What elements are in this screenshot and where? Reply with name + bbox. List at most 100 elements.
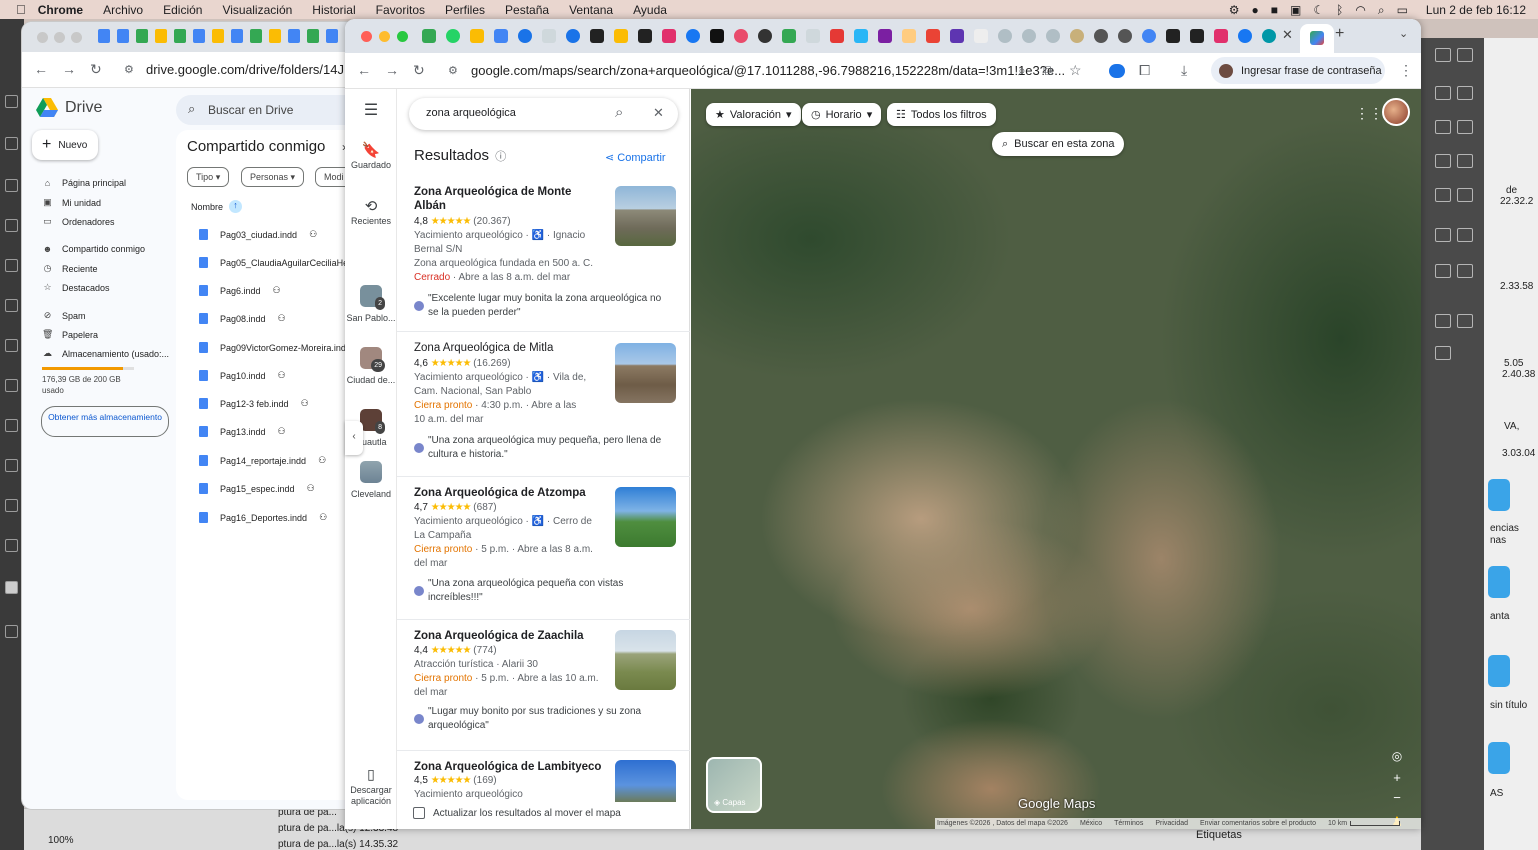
file-row[interactable]: Pag15_espec.indd ⚇: [199, 483, 315, 494]
tool-icon[interactable]: [5, 299, 18, 312]
docs-tab-icon[interactable]: [494, 29, 508, 43]
window-minimize-button[interactable]: [379, 31, 390, 42]
reload-icon[interactable]: ↻: [413, 62, 425, 79]
tab-favicon-icon[interactable]: [806, 29, 820, 43]
file-row[interactable]: Pag05_ClaudiaAguilarCeciliaHe: [199, 257, 348, 268]
hamburger-menu-icon[interactable]: ☰: [345, 103, 397, 119]
result-title[interactable]: Zona Arqueológica de Zaachila: [414, 629, 614, 643]
menu-datetime[interactable]: Lun 2 de feb 16:12: [1426, 3, 1526, 17]
bg-zoom-level[interactable]: 100%: [48, 835, 74, 846]
window-minimize-button[interactable]: [54, 32, 65, 43]
file-row[interactable]: Pag12-3 feb.indd ⚇: [199, 398, 309, 409]
file-row[interactable]: Pag14_reportaje.indd ⚇: [199, 455, 326, 466]
app-icon[interactable]: ▣: [1290, 4, 1301, 16]
filter-chip-type[interactable]: Tipo ▾: [187, 167, 230, 187]
nav-computers[interactable]: ▭ Ordenadores: [42, 216, 114, 227]
wikipedia-tab-icon[interactable]: [974, 29, 988, 43]
url-field[interactable]: google.com/maps/search/zona+arqueológica…: [471, 63, 1065, 78]
rail-recent-place[interactable]: 2 San Pablo...: [345, 285, 397, 324]
drive-tab-icon[interactable]: [212, 29, 224, 43]
docs-tab-icon[interactable]: [326, 29, 338, 43]
panel-icon[interactable]: [1457, 48, 1473, 62]
nav-starred[interactable]: ☆ Destacados: [42, 282, 109, 293]
instagram-tab-icon[interactable]: [662, 29, 676, 43]
new-button[interactable]: + Nuevo: [32, 130, 98, 160]
text-icon[interactable]: [1435, 264, 1451, 278]
tool-icon[interactable]: [5, 179, 18, 192]
menu-edicion[interactable]: Edición: [163, 3, 202, 17]
result-photo[interactable]: [615, 760, 676, 802]
docs-tab-icon[interactable]: [288, 29, 300, 43]
panel-icon[interactable]: [1435, 228, 1451, 242]
panel-icon[interactable]: [1435, 86, 1451, 100]
tool-icon[interactable]: [5, 379, 18, 392]
map-scale[interactable]: 10 km: [1328, 820, 1401, 827]
tab-favicon-icon[interactable]: [1070, 29, 1084, 43]
tool-icon[interactable]: [5, 539, 18, 552]
window-zoom-button[interactable]: [397, 31, 408, 42]
search-query[interactable]: zona arqueológica: [426, 107, 516, 119]
focus-moon-icon[interactable]: ☾: [1313, 4, 1324, 16]
docs-tab-icon[interactable]: [98, 29, 110, 43]
drive-url[interactable]: drive.google.com/drive/folders/14JUB: [146, 62, 362, 77]
update-results-checkbox[interactable]: [413, 807, 425, 819]
install-app-icon[interactable]: ⧉: [1043, 62, 1053, 79]
close-tab-icon[interactable]: ✕: [1282, 27, 1293, 43]
info-icon[interactable]: [1457, 314, 1473, 328]
result-photo[interactable]: [615, 487, 676, 547]
drive-tab-icon[interactable]: [470, 29, 484, 43]
drive-tab-icon[interactable]: [307, 29, 319, 43]
rail-recent-place[interactable]: Cleveland: [345, 461, 397, 500]
site-settings-icon[interactable]: ⚙: [124, 63, 134, 76]
all-filters-button[interactable]: ☷ Todos los filtros: [887, 103, 996, 126]
panel-icon[interactable]: [1457, 228, 1473, 242]
new-tab-button[interactable]: +: [1335, 25, 1344, 43]
terms-link[interactable]: Términos: [1114, 820, 1143, 827]
clear-search-icon[interactable]: ✕: [653, 105, 664, 121]
result-photo[interactable]: [615, 630, 676, 690]
zoom-out-button[interactable]: −: [1388, 789, 1406, 807]
search-this-area-button[interactable]: ⌕ Buscar en esta zona: [992, 132, 1125, 156]
menu-perfiles[interactable]: Perfiles: [445, 3, 485, 17]
tab-favicon-icon[interactable]: [542, 29, 556, 43]
file-row[interactable]: Pag08.indd ⚇: [199, 313, 286, 324]
bluetooth-icon[interactable]: ᛒ: [1336, 4, 1343, 16]
tab-search-chevron-icon[interactable]: ⌄: [1399, 27, 1408, 40]
back-arrow-icon[interactable]: ←: [34, 61, 48, 77]
file-row[interactable]: Pag03_ciudad.indd ⚇: [199, 229, 317, 240]
nav-shared-with-me[interactable]: ☻ Compartido conmigo: [42, 244, 145, 254]
menu-ayuda[interactable]: Ayuda: [633, 3, 667, 17]
folder-icon[interactable]: [1488, 655, 1510, 687]
result-title[interactable]: Zona Arqueológica de Monte Albán: [414, 185, 589, 213]
feedback-link[interactable]: Enviar comentarios sobre el producto: [1200, 820, 1316, 827]
window-close-button[interactable]: [361, 31, 372, 42]
bookmark-star-icon[interactable]: ☆: [1069, 62, 1082, 79]
collapse-panel-button[interactable]: ‹: [345, 421, 363, 455]
menu-archivo[interactable]: Archivo: [103, 3, 143, 17]
result-card[interactable]: Zona Arqueológica de Mitla 4,6 ★★★★★ (16…: [397, 333, 690, 477]
panel-icon[interactable]: [1435, 154, 1451, 168]
drive-search-input[interactable]: ⌕ Buscar en Drive: [176, 95, 372, 125]
nav-storage[interactable]: ☁ Almacenamiento (usado:...: [42, 348, 169, 359]
drive-logo[interactable]: Drive: [36, 98, 102, 117]
folder-icon[interactable]: [1488, 479, 1510, 511]
update-results-on-move[interactable]: Actualizar los resultados al mover el ma…: [413, 807, 621, 819]
account-avatar[interactable]: [1382, 98, 1410, 126]
file-row[interactable]: Pag16_Deportes.indd ⚇: [199, 512, 327, 523]
tab-favicon-icon[interactable]: [758, 29, 772, 43]
nav-my-drive[interactable]: ▣ Mi unidad: [42, 197, 101, 208]
extensions-puzzle-icon[interactable]: ⧠: [1139, 62, 1150, 79]
drive-tab-icon[interactable]: [174, 29, 186, 43]
panel-icon[interactable]: [1457, 264, 1473, 278]
tool-icon[interactable]: [5, 419, 18, 432]
tab-favicon-icon[interactable]: [1118, 29, 1132, 43]
facebook-tab-icon[interactable]: [686, 29, 700, 43]
result-title[interactable]: Zona Arqueológica de Mitla: [414, 341, 614, 355]
fill-swatch-icon[interactable]: [5, 581, 18, 594]
maps-search-box[interactable]: zona arqueológica ⌕ ✕: [409, 98, 678, 130]
chrome-menu-icon[interactable]: ⋮: [1399, 62, 1413, 79]
tab-favicon-icon[interactable]: [734, 29, 748, 43]
panel-icon[interactable]: [1457, 154, 1473, 168]
tool-icon[interactable]: [5, 339, 18, 352]
tab-favicon-icon[interactable]: [710, 29, 724, 43]
